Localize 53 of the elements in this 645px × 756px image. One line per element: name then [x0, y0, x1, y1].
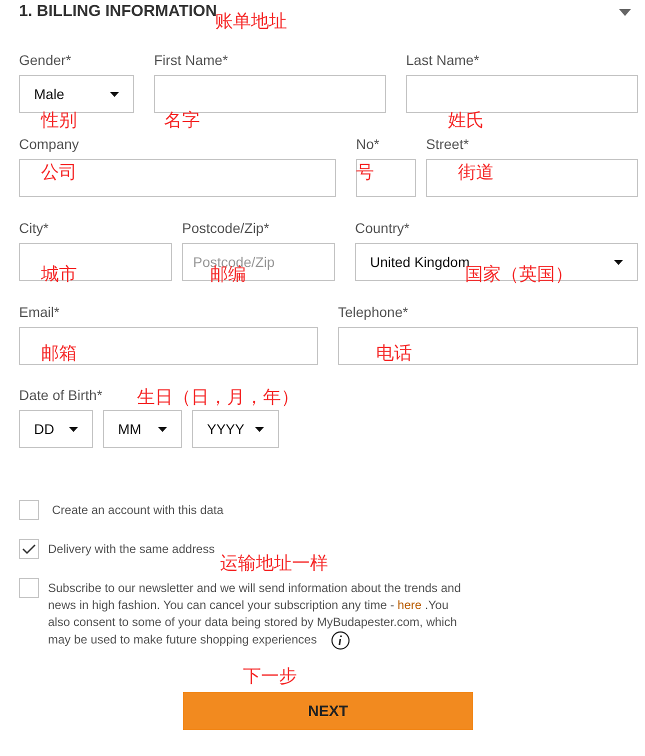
annotation-text: 号 — [356, 164, 374, 182]
field-label: Gender* — [19, 52, 72, 70]
field-label: First Name* — [154, 52, 228, 70]
input-field[interactable] — [19, 327, 318, 365]
annotation-text: 姓氏 — [448, 112, 484, 130]
field-label: Street* — [426, 136, 469, 154]
select-field[interactable]: YYYY — [192, 410, 279, 448]
input-field[interactable] — [19, 243, 172, 281]
caret-icon — [614, 260, 623, 264]
field-label: Company — [19, 136, 79, 154]
annotation-text: 街道 — [458, 164, 494, 182]
section-title: 1. BILLING INFORMATION — [19, 3, 217, 20]
input-field[interactable] — [19, 159, 336, 197]
input-field[interactable] — [338, 327, 638, 365]
caret-icon — [255, 426, 264, 432]
field-label: Country* — [355, 220, 410, 238]
field-label: Email* — [19, 304, 60, 322]
check-icon — [22, 544, 36, 554]
annotation-text: 运输地址一样 — [220, 555, 328, 573]
field-label: Last Name* — [406, 52, 480, 70]
annotation-text: 公司 — [41, 164, 77, 182]
caret-icon[interactable] — [619, 8, 631, 16]
caret-icon — [158, 426, 167, 432]
field-label: Postcode/Zip* — [182, 220, 270, 238]
input-field[interactable] — [356, 159, 416, 197]
annotation-text: 名字 — [164, 112, 200, 130]
select-field[interactable]: MM — [103, 410, 182, 448]
annotation-text: 账单地址 — [215, 13, 287, 31]
field-label: City* — [19, 220, 49, 238]
input-field[interactable] — [406, 75, 638, 113]
annotation-text: 生日（日，月，年） — [137, 389, 299, 407]
checkbox-label: Delivery with the same address — [48, 541, 216, 558]
select-field[interactable]: DD — [19, 410, 93, 448]
field-label: Date of Birth* — [19, 387, 102, 405]
info-icon[interactable] — [330, 631, 350, 650]
checkbox-label: Subscribe to our newsletter and we will send information about the trends and news in high fashion. You can cancel your subscription any time - here .You also consent to some of your data being stored by MyBudapester.com, which may be used to make future shopping experiences — [48, 580, 468, 650]
annotation-text: 下一步 — [243, 668, 297, 686]
checkbox[interactable] — [19, 539, 39, 559]
next-button[interactable]: NEXT — [183, 692, 473, 730]
caret-icon — [110, 92, 119, 96]
input-field[interactable] — [426, 159, 638, 197]
checkbox-label: Create an account with this data — [52, 502, 224, 519]
here-link[interactable]: here — [398, 598, 422, 612]
field-label: No* — [356, 136, 380, 154]
annotation-text: 城市 — [41, 266, 77, 284]
checkbox[interactable] — [19, 578, 39, 598]
select-field[interactable]: Male — [19, 75, 134, 113]
field-label: Telephone* — [338, 304, 408, 322]
annotation-text: 性别 — [41, 112, 77, 130]
caret-icon — [69, 426, 78, 432]
annotation-text: 邮箱 — [41, 345, 77, 363]
checkbox[interactable] — [19, 500, 39, 520]
annotation-text: 电话 — [376, 345, 412, 363]
